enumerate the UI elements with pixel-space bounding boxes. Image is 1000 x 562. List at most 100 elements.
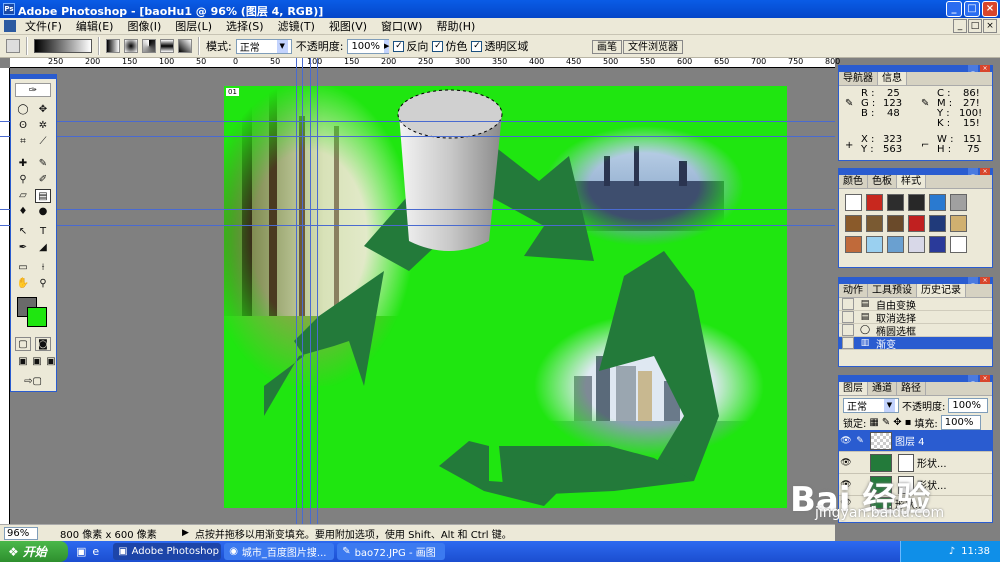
dodge-tool-icon[interactable]: ● — [35, 205, 51, 219]
tab-paths[interactable]: 路径 — [897, 382, 926, 395]
pen-tool-icon[interactable]: ✒ — [15, 241, 31, 255]
fill-input[interactable]: 100% — [940, 414, 981, 430]
history-item-current[interactable]: ▥ 渐变 — [839, 337, 992, 351]
path-select-tool-icon[interactable]: ↖ — [15, 225, 31, 239]
blend-mode-select[interactable]: 正常 ▼ — [843, 397, 899, 413]
close-icon[interactable]: × — [980, 375, 990, 382]
minimize-icon[interactable]: _ — [968, 277, 978, 284]
minimize-icon[interactable]: _ — [968, 65, 978, 72]
close-button[interactable]: × — [982, 1, 998, 17]
doc-close-button[interactable]: × — [983, 19, 997, 33]
screen-mode-full-icon[interactable]: ▣ — [43, 355, 59, 369]
eraser-tool-icon[interactable]: ▱ — [15, 189, 31, 203]
style-swatch[interactable] — [929, 236, 946, 253]
tab-history[interactable]: 历史记录 — [917, 284, 966, 297]
canvas[interactable]: 01 — [224, 86, 787, 508]
stamp-tool-icon[interactable]: ⚲ — [15, 173, 31, 187]
eyedropper-tool-icon[interactable]: ⟊ — [35, 261, 51, 275]
arrow-right-icon[interactable]: ▶ — [182, 528, 189, 538]
tab-navigator[interactable]: 导航器 — [839, 72, 878, 85]
style-swatch[interactable] — [908, 236, 925, 253]
blur-tool-icon[interactable]: ♦ — [15, 205, 31, 219]
diamond-gradient-button[interactable] — [178, 39, 192, 53]
style-swatch[interactable] — [845, 236, 862, 253]
doc-maximize-button[interactable]: □ — [968, 19, 982, 33]
style-swatch[interactable] — [866, 194, 883, 211]
taskbar-item-paint[interactable]: ✎ bao72.JPG - 画图 — [337, 543, 446, 560]
magic-wand-tool-icon[interactable]: ✲ — [35, 119, 51, 133]
brush-tool-icon[interactable]: ✎ — [35, 157, 51, 171]
mode-select[interactable]: 正常 ▼ — [235, 38, 292, 54]
menu-filter[interactable]: 滤镜(T) — [271, 18, 322, 34]
style-swatch[interactable] — [845, 194, 862, 211]
tab-color[interactable]: 颜色 — [839, 175, 868, 188]
doc-minimize-button[interactable]: _ — [953, 19, 967, 33]
linear-gradient-button[interactable] — [106, 39, 120, 53]
clock[interactable]: 11:38 — [961, 546, 990, 557]
style-swatch[interactable] — [929, 194, 946, 211]
close-icon[interactable]: × — [980, 277, 990, 284]
maximize-button[interactable]: □ — [964, 1, 980, 17]
lock-brush-icon[interactable]: ✎ — [882, 417, 890, 428]
angle-gradient-button[interactable] — [142, 39, 156, 53]
eye-icon[interactable]: 👁 — [839, 436, 853, 446]
style-swatch[interactable] — [950, 194, 967, 211]
minimize-button[interactable]: _ — [946, 1, 962, 17]
close-icon[interactable]: × — [980, 65, 990, 72]
zoom-field[interactable]: 96% — [4, 526, 38, 540]
slice-tool-icon[interactable]: ⟋ — [35, 135, 51, 149]
gradient-tool-icon[interactable]: ▤ — [35, 189, 51, 203]
type-tool-icon[interactable]: T — [35, 225, 51, 239]
transparency-checkbox[interactable]: ✓ 透明区域 — [471, 38, 528, 54]
tool-preset-picker[interactable] — [6, 39, 20, 53]
close-icon[interactable]: × — [980, 168, 990, 175]
dither-checkbox[interactable]: ✓ 仿色 — [432, 38, 467, 54]
tab-styles[interactable]: 样式 — [897, 175, 926, 188]
lock-move-icon[interactable]: ✥ — [893, 417, 901, 428]
layer-row[interactable]: 👁 形状... — [839, 452, 992, 474]
move-tool-icon[interactable]: ✥ — [35, 103, 51, 117]
background-color-swatch[interactable] — [27, 307, 47, 327]
tab-brushes[interactable]: 画笔 — [592, 40, 622, 54]
menu-window[interactable]: 窗口(W) — [374, 18, 429, 34]
tab-layers[interactable]: 图层 — [839, 382, 868, 395]
ie-quicklaunch-icon[interactable]: e — [92, 545, 99, 558]
tab-actions[interactable]: 动作 — [839, 284, 868, 297]
style-swatch[interactable] — [950, 236, 967, 253]
minimize-icon[interactable]: _ — [968, 168, 978, 175]
tab-tool-presets[interactable]: 工具预设 — [868, 284, 917, 297]
history-item[interactable]: ◯ 椭圆选框 — [839, 324, 992, 338]
style-swatch[interactable] — [887, 194, 904, 211]
history-brush-tool-icon[interactable]: ✐ — [35, 173, 51, 187]
shape-tool-icon[interactable]: ◢ — [35, 241, 51, 255]
opacity-input[interactable]: 100% ▶ — [347, 38, 390, 54]
show-desktop-icon[interactable]: ▣ — [76, 545, 86, 558]
tab-channels[interactable]: 通道 — [868, 382, 897, 395]
menu-image[interactable]: 图像(I) — [120, 18, 168, 34]
start-button[interactable]: ❖ 开始 — [0, 541, 68, 562]
volume-icon[interactable]: ♪ — [949, 546, 955, 557]
lasso-tool-icon[interactable]: ʘ — [15, 119, 31, 133]
layer-opacity-input[interactable]: 100% — [948, 397, 989, 413]
style-swatch[interactable] — [866, 236, 883, 253]
menu-view[interactable]: 视图(V) — [322, 18, 374, 34]
menu-select[interactable]: 选择(S) — [219, 18, 271, 34]
tab-info[interactable]: 信息 — [878, 72, 907, 85]
minimize-icon[interactable]: _ — [968, 375, 978, 382]
document-size[interactable]: 800 像素 x 600 像素 — [42, 526, 182, 541]
menu-edit[interactable]: 编辑(E) — [69, 18, 121, 34]
layer-row[interactable]: 👁 形状... — [839, 474, 992, 496]
tab-swatches[interactable]: 色板 — [868, 175, 897, 188]
healing-tool-icon[interactable]: ✚ — [15, 157, 31, 171]
crop-tool-icon[interactable]: ⌗ — [15, 135, 31, 149]
gradient-picker[interactable] — [34, 39, 92, 53]
menu-layer[interactable]: 图层(L) — [168, 18, 219, 34]
style-swatch[interactable] — [887, 215, 904, 232]
menu-file[interactable]: 文件(F) — [18, 18, 69, 34]
marquee-tool-icon[interactable]: ◯ — [15, 103, 31, 117]
style-swatch[interactable] — [908, 215, 925, 232]
jump-to-imageready-icon[interactable]: ⇨▢ — [15, 375, 51, 389]
eye-icon[interactable]: 👁 — [839, 458, 853, 468]
reflected-gradient-button[interactable] — [160, 39, 174, 53]
style-swatch[interactable] — [908, 194, 925, 211]
